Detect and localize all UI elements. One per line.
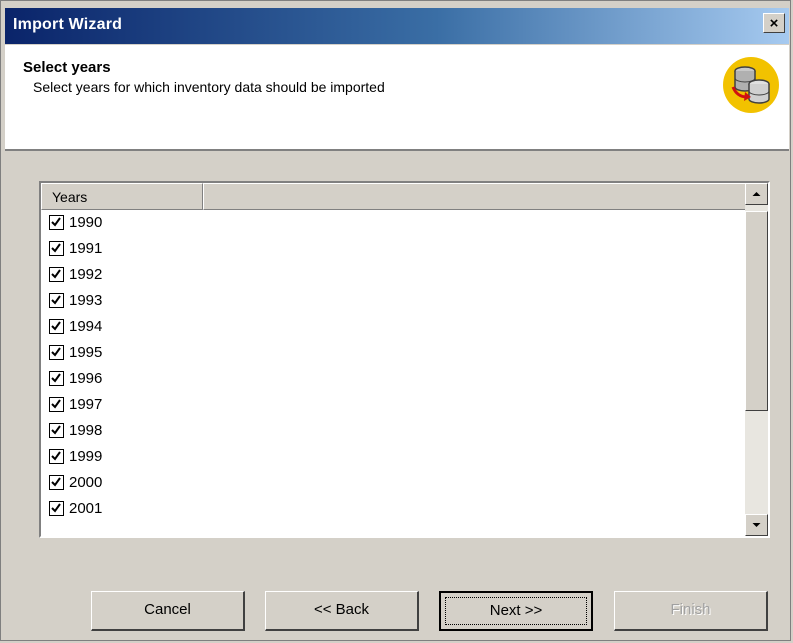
cancel-button-label: Cancel [144, 601, 191, 618]
year-checkbox[interactable] [49, 345, 64, 360]
page-description: Select years for which inventory data sh… [33, 79, 385, 95]
finish-button-label: Finish [670, 601, 711, 618]
scroll-thumb[interactable] [745, 211, 768, 411]
list-item[interactable]: 1995 [41, 341, 746, 367]
year-label: 1999 [69, 448, 103, 465]
scroll-up-button[interactable] [745, 183, 768, 205]
year-label: 2001 [69, 500, 103, 517]
wizard-header: Select years Select years for which inve… [5, 45, 789, 151]
year-label: 1993 [69, 292, 103, 309]
year-label: 1997 [69, 396, 103, 413]
years-list[interactable]: Years 1990 1991 1992 1993 1994 1995 1996 1997 19… [39, 181, 770, 538]
next-button-label: Next >> [489, 602, 543, 619]
year-label: 1991 [69, 240, 103, 257]
list-item[interactable]: 1991 [41, 237, 746, 263]
year-checkbox[interactable] [49, 449, 64, 464]
close-icon: × [769, 15, 779, 32]
list-item[interactable]: 1996 [41, 367, 746, 393]
list-item[interactable]: 1993 [41, 289, 746, 315]
year-label: 1992 [69, 266, 103, 283]
column-header-blank[interactable] [203, 183, 746, 210]
year-checkbox[interactable] [49, 397, 64, 412]
list-item[interactable]: 2000 [41, 471, 746, 497]
vertical-scrollbar[interactable] [745, 183, 768, 536]
arrow-up-icon [752, 192, 761, 196]
year-checkbox[interactable] [49, 319, 64, 334]
cancel-button[interactable]: Cancel [91, 591, 245, 631]
list-item[interactable]: 2001 [41, 497, 746, 523]
finish-button: Finish [614, 591, 768, 631]
year-checkbox[interactable] [49, 267, 64, 282]
page-title: Select years [23, 59, 111, 76]
arrow-down-icon [752, 523, 761, 527]
next-button[interactable]: Next >> [439, 591, 593, 631]
list-item[interactable]: 1997 [41, 393, 746, 419]
title-bar[interactable]: Import Wizard × [5, 8, 789, 44]
year-checkbox[interactable] [49, 241, 64, 256]
column-headers: Years [41, 183, 746, 210]
years-rows: 1990 1991 1992 1993 1994 1995 1996 1997 1998 1999… [41, 211, 746, 523]
back-button-label: << Back [313, 601, 370, 618]
import-wizard-window: Import Wizard × Select years Select year… [0, 0, 791, 641]
list-item[interactable]: 1998 [41, 419, 746, 445]
year-checkbox[interactable] [49, 293, 64, 308]
year-label: 1990 [69, 214, 103, 231]
year-label: 1996 [69, 370, 103, 387]
year-checkbox[interactable] [49, 423, 64, 438]
close-button[interactable]: × [763, 13, 785, 33]
year-checkbox[interactable] [49, 501, 64, 516]
year-label: 1998 [69, 422, 103, 439]
year-label: 2000 [69, 474, 103, 491]
column-header-years[interactable]: Years [41, 183, 203, 210]
database-import-icon [723, 57, 779, 113]
list-item[interactable]: 1992 [41, 263, 746, 289]
scroll-down-button[interactable] [745, 514, 768, 536]
year-checkbox[interactable] [49, 371, 64, 386]
year-label: 1994 [69, 318, 103, 335]
year-checkbox[interactable] [49, 215, 64, 230]
back-button[interactable]: << Back [265, 591, 419, 631]
window-title: Import Wizard [13, 16, 123, 33]
year-checkbox[interactable] [49, 475, 64, 490]
list-item[interactable]: 1994 [41, 315, 746, 341]
list-item[interactable]: 1990 [41, 211, 746, 237]
list-item[interactable]: 1999 [41, 445, 746, 471]
year-label: 1995 [69, 344, 103, 361]
